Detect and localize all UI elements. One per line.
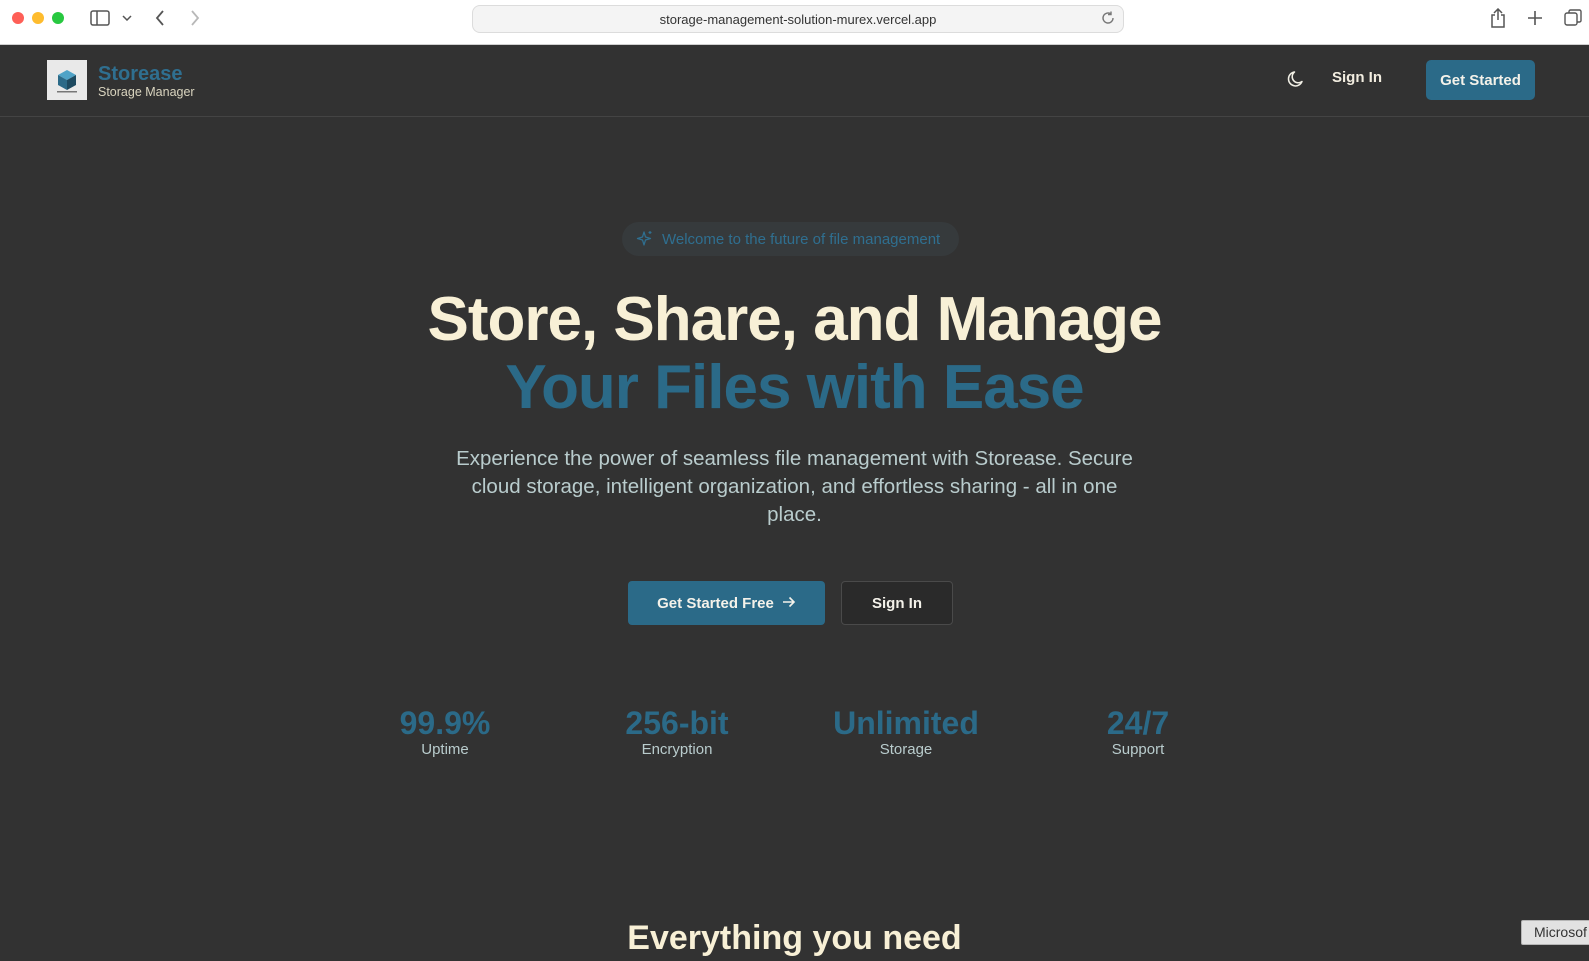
stat-uptime: 99.9% Uptime bbox=[345, 705, 545, 758]
chevron-down-icon[interactable] bbox=[120, 8, 134, 28]
reload-icon[interactable] bbox=[1101, 11, 1117, 27]
stat-label: Support bbox=[1111, 741, 1165, 758]
sparkles-icon bbox=[636, 230, 654, 248]
welcome-badge: Welcome to the future of file management bbox=[622, 222, 959, 256]
stat-value: 256-bit bbox=[625, 705, 729, 741]
sidebar-toggle-icon[interactable] bbox=[89, 8, 111, 28]
moon-icon[interactable] bbox=[1287, 70, 1305, 88]
header-sign-in-button[interactable]: Sign In bbox=[1332, 69, 1382, 86]
stat-value: 99.9% bbox=[399, 705, 491, 741]
back-icon[interactable] bbox=[150, 8, 170, 28]
get-started-free-label: Get Started Free bbox=[657, 594, 774, 612]
header-get-started-button[interactable]: Get Started bbox=[1426, 60, 1535, 100]
get-started-free-button[interactable]: Get Started Free bbox=[628, 581, 825, 625]
stat-support: 24/7 Support bbox=[1038, 705, 1238, 758]
tooltip: Microsof bbox=[1521, 920, 1589, 945]
address-bar[interactable]: storage-management-solution-murex.vercel… bbox=[472, 5, 1124, 33]
stat-label: Uptime bbox=[421, 741, 469, 758]
browser-toolbar: storage-management-solution-murex.vercel… bbox=[0, 0, 1589, 45]
maximize-window-button[interactable] bbox=[52, 12, 64, 24]
forward-icon[interactable] bbox=[185, 8, 205, 28]
hero-sign-in-button[interactable]: Sign In bbox=[841, 581, 953, 625]
new-tab-icon[interactable] bbox=[1525, 8, 1545, 28]
site-header: Storease Storage Manager Sign In Get Sta… bbox=[0, 45, 1589, 117]
close-window-button[interactable] bbox=[12, 12, 24, 24]
hero-title-line1: Store, Share, and Manage bbox=[427, 285, 1163, 354]
features-section-title: Everything you need bbox=[627, 919, 962, 957]
stat-value: 24/7 bbox=[1106, 705, 1170, 741]
brand-subtitle: Storage Manager bbox=[98, 85, 195, 99]
stat-label: Storage bbox=[879, 741, 933, 758]
arrow-right-icon bbox=[782, 595, 796, 612]
stat-encryption: 256-bit Encryption bbox=[577, 705, 777, 758]
stat-label: Encryption bbox=[641, 741, 713, 758]
share-icon[interactable] bbox=[1488, 8, 1508, 28]
stat-storage: Unlimited Storage bbox=[806, 705, 1006, 758]
brand-name[interactable]: Storease bbox=[98, 63, 183, 86]
welcome-badge-text: Welcome to the future of file management bbox=[662, 230, 941, 248]
stat-value: Unlimited bbox=[833, 705, 979, 741]
url-text: storage-management-solution-murex.vercel… bbox=[659, 11, 937, 27]
brand-logo[interactable] bbox=[47, 60, 87, 100]
minimize-window-button[interactable] bbox=[32, 12, 44, 24]
tab-overview-icon[interactable] bbox=[1563, 8, 1583, 28]
hero-description: Experience the power of seamless file ma… bbox=[456, 447, 1133, 526]
hero-title-line2: Your Files with Ease bbox=[505, 353, 1084, 422]
